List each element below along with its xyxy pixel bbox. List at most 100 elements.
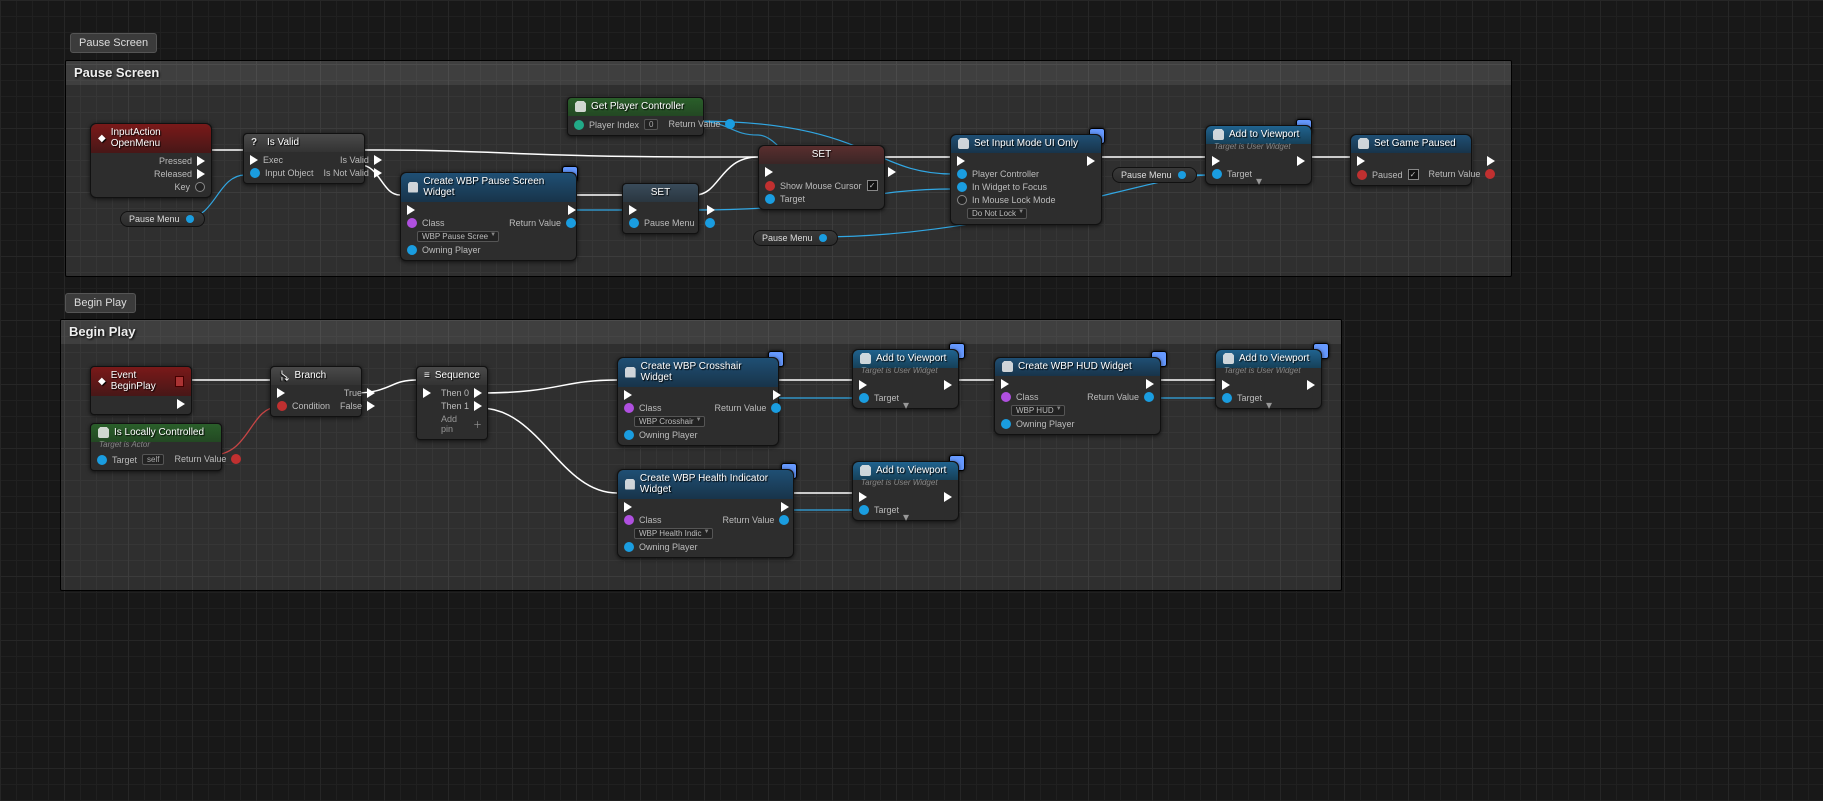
class-dropdown[interactable]: WBP Pause Scree	[417, 231, 499, 242]
pin-exec-out[interactable]	[177, 399, 185, 409]
pin-input-object[interactable]: Input Object	[250, 168, 314, 178]
pin-false[interactable]: False	[340, 401, 375, 411]
tag-begin-play[interactable]: Begin Play	[65, 293, 136, 313]
pin-then-1[interactable]: Then 1	[441, 401, 482, 411]
pin-paused[interactable]: Paused	[1357, 169, 1419, 180]
node-create-pause-screen-widget[interactable]: Create WBP Pause Screen Widget Class WBP…	[400, 172, 577, 261]
pin-target[interactable]: Target	[765, 194, 878, 204]
pin-exec-in[interactable]	[629, 205, 695, 215]
pin-exec-out[interactable]	[1146, 379, 1154, 389]
pin-show-mouse-cursor[interactable]: Show Mouse Cursor	[765, 180, 878, 191]
pin-exec-in[interactable]	[1357, 156, 1419, 166]
pin-exec-in[interactable]	[1222, 380, 1262, 390]
pin-return-value[interactable]: Return Value	[723, 515, 790, 525]
pin-target[interactable]: Target	[1222, 393, 1262, 403]
node-branch[interactable]: ⎇Branch Condition True False	[270, 366, 362, 417]
pin-target[interactable]: Target	[859, 505, 899, 515]
pin-exec-in[interactable]	[1001, 379, 1075, 389]
pin-key[interactable]: Key	[174, 182, 205, 192]
pin-exec-in[interactable]	[407, 205, 499, 215]
pin-class[interactable]: Class	[407, 218, 499, 228]
pin-exec-out[interactable]	[944, 380, 952, 390]
expand-chevron-icon[interactable]: ▾	[899, 398, 913, 412]
pin-target[interactable]: Targetself	[97, 454, 164, 465]
expand-chevron-icon[interactable]: ▾	[1252, 174, 1266, 188]
pin-return-value[interactable]: Return Value	[509, 218, 576, 228]
pin-return-value[interactable]: Return Value	[1429, 169, 1496, 179]
pin-exec-in[interactable]	[624, 390, 705, 400]
pin-target[interactable]: Target	[859, 393, 899, 403]
node-set-pause-menu[interactable]: SET Pause Menu	[622, 183, 699, 234]
tag-pause-screen[interactable]: Pause Screen	[70, 33, 157, 53]
node-is-locally-controlled[interactable]: Is Locally Controlled Target is Actor Ta…	[90, 423, 222, 471]
pin-exec-in[interactable]	[277, 388, 330, 398]
node-create-hud-widget[interactable]: Create WBP HUD Widget Class WBP HUD Owni…	[994, 357, 1161, 435]
pin-target[interactable]: Target	[1212, 169, 1252, 179]
pin-exec-out[interactable]	[568, 205, 576, 215]
pin-class[interactable]: Class	[624, 403, 705, 413]
pin-exec-out[interactable]	[888, 167, 896, 177]
pin-condition[interactable]: Condition	[277, 401, 330, 411]
node-set-show-mouse-cursor[interactable]: SET Show Mouse Cursor Target	[758, 145, 885, 210]
expand-chevron-icon[interactable]: ▾	[899, 510, 913, 524]
node-set-input-mode-ui-only[interactable]: Set Input Mode UI Only Player Controller…	[950, 134, 1102, 225]
node-add-to-viewport-hud[interactable]: Add to Viewport Target is User Widget Ta…	[1215, 349, 1322, 409]
pin-widget-to-focus[interactable]: In Widget to Focus	[957, 182, 1056, 192]
pin-exec-out[interactable]	[1487, 156, 1495, 166]
node-sequence[interactable]: ≡Sequence Then 0 Then 1 Add pin＋	[416, 366, 488, 440]
pin-return-value[interactable]: Return Value	[1087, 392, 1154, 402]
node-event-begin-play[interactable]: ◆Event BeginPlay	[90, 366, 192, 415]
pin-value-out[interactable]	[705, 218, 715, 228]
node-input-action-openmenu[interactable]: ◆InputAction OpenMenu Pressed Released K…	[90, 123, 212, 198]
node-set-game-paused[interactable]: Set Game Paused Paused Return Value	[1350, 134, 1472, 186]
pin-exec-in[interactable]	[1212, 156, 1252, 166]
node-add-to-viewport-health[interactable]: Add to Viewport Target is User Widget Ta…	[852, 461, 959, 521]
class-dropdown[interactable]: WBP Health Indic	[634, 528, 713, 539]
pin-exec-out[interactable]	[1307, 380, 1315, 390]
pin-exec-out[interactable]	[1297, 156, 1305, 166]
class-dropdown[interactable]: WBP Crosshair	[634, 416, 705, 427]
class-dropdown[interactable]: WBP HUD	[1011, 405, 1065, 416]
node-is-valid[interactable]: ?Is Valid Exec Input Object Is Valid Is …	[243, 133, 365, 184]
pin-class[interactable]: Class	[1001, 392, 1075, 402]
pin-is-not-valid[interactable]: Is Not Valid	[324, 168, 382, 178]
pin-class[interactable]: Class	[624, 515, 713, 525]
pin-owning-player[interactable]: Owning Player	[1001, 419, 1075, 429]
pin-true[interactable]: True	[344, 388, 375, 398]
pin-is-valid[interactable]: Is Valid	[340, 155, 382, 165]
pin-exec-in[interactable]	[765, 167, 878, 177]
pin-owning-player[interactable]: Owning Player	[624, 430, 705, 440]
pin-exec-out[interactable]	[944, 492, 952, 502]
pin-then-0[interactable]: Then 0	[441, 388, 482, 398]
pin-exec-in[interactable]	[859, 380, 899, 390]
pin-pause-menu-in[interactable]: Pause Menu	[629, 218, 695, 228]
pin-return-value[interactable]: Return Value	[174, 454, 241, 464]
pin-return-value[interactable]: Return Value	[668, 119, 735, 129]
pin-owning-player[interactable]: Owning Player	[407, 245, 499, 255]
node-create-crosshair-widget[interactable]: Create WBP Crosshair Widget Class WBP Cr…	[617, 357, 779, 446]
var-pause-menu-get-3[interactable]: Pause Menu	[1112, 167, 1197, 183]
pin-exec-in[interactable]	[859, 492, 899, 502]
pin-owning-player[interactable]: Owning Player	[624, 542, 713, 552]
checkbox-paused[interactable]	[1408, 169, 1419, 180]
node-add-to-viewport-crosshair[interactable]: Add to Viewport Target is User Widget Ta…	[852, 349, 959, 409]
pin-exec-in[interactable]: Exec	[250, 155, 314, 165]
blueprint-canvas[interactable]: Pause Screen Pause Screen ◆InputAction O…	[0, 0, 1823, 801]
pin-exec-in[interactable]	[423, 388, 431, 398]
var-pause-menu-get-2[interactable]: Pause Menu	[753, 230, 838, 246]
node-create-health-indicator-widget[interactable]: Create WBP Health Indicator Widget Class…	[617, 469, 794, 558]
checkbox-show-cursor[interactable]	[867, 180, 878, 191]
pin-exec-out[interactable]	[781, 502, 789, 512]
pin-exec-out[interactable]	[773, 390, 781, 400]
pin-player-controller[interactable]: Player Controller	[957, 169, 1056, 179]
pin-pressed[interactable]: Pressed	[159, 156, 205, 166]
pin-exec-out[interactable]	[1087, 156, 1095, 166]
pin-exec-in[interactable]	[624, 502, 713, 512]
var-pause-menu-get-1[interactable]: Pause Menu	[120, 211, 205, 227]
pin-released[interactable]: Released	[154, 169, 205, 179]
node-add-to-viewport-pause[interactable]: Add to Viewport Target is User Widget Ta…	[1205, 125, 1312, 185]
pin-exec-out[interactable]	[707, 205, 715, 215]
pin-mouse-lock-mode[interactable]: In Mouse Lock Mode	[957, 195, 1056, 205]
pin-player-index[interactable]: Player Index0	[574, 119, 658, 130]
pin-return-value[interactable]: Return Value	[715, 403, 782, 413]
